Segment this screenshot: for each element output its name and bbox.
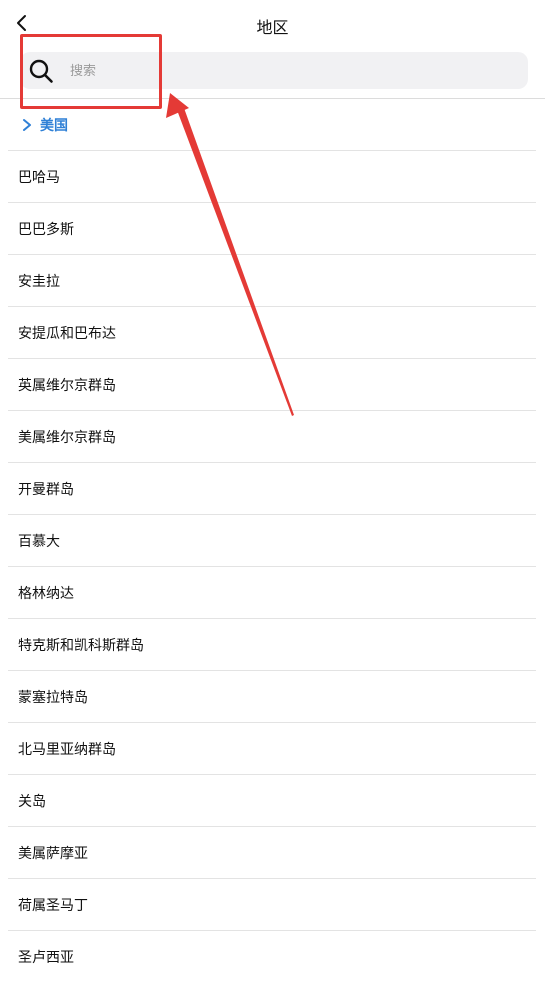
list-item[interactable]: 蒙塞拉特岛	[8, 670, 536, 722]
list-item[interactable]: 安圭拉	[8, 254, 536, 306]
list-item[interactable]: 特克斯和凯科斯群岛	[8, 618, 536, 670]
list-item[interactable]: 百慕大	[8, 514, 536, 566]
list-item[interactable]: 开曼群岛	[8, 462, 536, 514]
top-bar: 地区	[0, 0, 545, 48]
selected-region[interactable]: 美国	[20, 114, 68, 136]
list-item[interactable]: 北马里亚纳群岛	[8, 722, 536, 774]
divider	[0, 98, 545, 99]
list-item[interactable]: 荷属圣马丁	[8, 878, 536, 930]
list-item[interactable]: 圣卢西亚	[8, 930, 536, 982]
list-item[interactable]: 美属维尔京群岛	[8, 410, 536, 462]
region-list: 巴哈马 巴巴多斯 安圭拉 安提瓜和巴布达 英属维尔京群岛 美属维尔京群岛 开曼群岛 百慕大 格林…	[8, 150, 536, 982]
search-bar[interactable]	[20, 52, 528, 89]
chevron-right-icon	[23, 119, 31, 131]
selected-region-label: 美国	[40, 118, 68, 134]
search-input[interactable]	[68, 56, 512, 87]
list-item[interactable]: 英属维尔京群岛	[8, 358, 536, 410]
list-item[interactable]: 巴哈马	[8, 150, 536, 202]
search-icon	[29, 59, 53, 83]
list-item[interactable]: 美属萨摩亚	[8, 826, 536, 878]
list-item[interactable]: 安提瓜和巴布达	[8, 306, 536, 358]
page-title: 地区	[256, 18, 289, 37]
list-item[interactable]: 关岛	[8, 774, 536, 826]
list-item[interactable]: 巴巴多斯	[8, 202, 536, 254]
list-item[interactable]: 格林纳达	[8, 566, 536, 618]
